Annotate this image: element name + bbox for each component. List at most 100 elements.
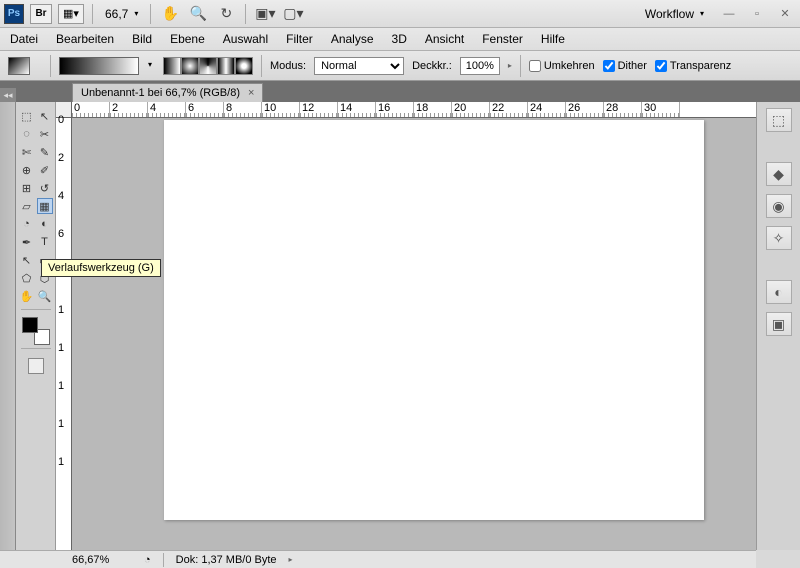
separator xyxy=(520,55,521,77)
right-panel-dock: ⬚ ◆ ◉ ✧ ◐ ▣ xyxy=(756,102,800,550)
swatches-panel-icon[interactable]: ◉ xyxy=(766,194,792,218)
healing-tool[interactable]: ⊕ xyxy=(19,162,35,178)
close-button[interactable]: ✕ xyxy=(776,6,794,22)
blur-tool[interactable]: ◔ xyxy=(19,216,35,232)
pan-tool-icon[interactable]: ✋ xyxy=(159,3,181,25)
brush-tool[interactable]: ✐ xyxy=(37,162,53,178)
ruler-tick: 10 xyxy=(262,102,300,117)
gradient-diamond[interactable] xyxy=(235,57,253,75)
ruler-tick: 18 xyxy=(414,102,452,117)
type-tool[interactable]: T xyxy=(37,234,53,250)
hand-tool[interactable]: ✋ xyxy=(19,288,35,304)
menu-filter[interactable]: Filter xyxy=(286,32,313,46)
styles-panel-icon[interactable]: ✧ xyxy=(766,226,792,250)
zoom-tool-icon[interactable]: 🔍 xyxy=(187,3,209,25)
navigator-panel-icon[interactable]: ⬚ xyxy=(766,108,792,132)
zoom-tool[interactable]: 🔍 xyxy=(37,288,53,304)
menu-fenster[interactable]: Fenster xyxy=(482,32,523,46)
separator xyxy=(92,4,93,24)
gradient-tool[interactable]: ▦ xyxy=(37,198,53,214)
crop-tool[interactable]: ✄ xyxy=(19,144,35,160)
color-panel-icon[interactable]: ◆ xyxy=(766,162,792,186)
adjustments-panel-icon[interactable]: ◐ xyxy=(766,280,792,304)
opacity-flyout-icon[interactable]: ▸ xyxy=(508,61,512,70)
lasso-tool[interactable]: ◌ xyxy=(19,126,35,142)
menu-bearbeiten[interactable]: Bearbeiten xyxy=(56,32,114,46)
menu-datei[interactable]: Datei xyxy=(10,32,38,46)
ruler-tick: 0 xyxy=(58,114,64,126)
menu-auswahl[interactable]: Auswahl xyxy=(223,32,268,46)
quick-select-tool[interactable]: ✂ xyxy=(37,126,53,142)
ruler-tick: 14 xyxy=(338,102,376,117)
zoom-readout[interactable]: 66,67% xyxy=(72,554,132,566)
color-swatches[interactable] xyxy=(22,317,50,345)
ruler-tick: 2 xyxy=(110,102,148,117)
canvas-area: 024681012141618202224262830 0246811111 xyxy=(56,102,756,550)
move-tool-arrow[interactable]: ↖ xyxy=(37,108,53,124)
eyedropper-tool[interactable]: ✎ xyxy=(37,144,53,160)
document-tab[interactable]: Unbenannt-1 bei 66,7% (RGB/8) × xyxy=(72,83,263,102)
tool-preset-picker[interactable] xyxy=(8,57,30,75)
mode-select[interactable]: Normal xyxy=(314,57,404,75)
ruler-tick: 22 xyxy=(490,102,528,117)
pen-tool[interactable]: ✒ xyxy=(19,234,35,250)
opacity-input[interactable] xyxy=(460,57,500,75)
separator xyxy=(150,4,151,24)
reverse-checkbox[interactable]: Umkehren xyxy=(529,60,595,72)
document-tab-title: Unbenannt-1 bei 66,7% (RGB/8) xyxy=(81,87,240,99)
document-canvas[interactable] xyxy=(164,120,704,520)
separator xyxy=(50,55,51,77)
gradient-angle[interactable] xyxy=(199,57,217,75)
zoom-dropdown[interactable]: 66,7 xyxy=(101,7,142,21)
titlebar: Ps Br ▦▾ 66,7 ✋ 🔍 ↻ ▣▾ ▢▾ Workflow — ▫ ✕ xyxy=(0,0,800,28)
menu-3d[interactable]: 3D xyxy=(392,32,407,46)
workspace-switcher[interactable]: Workflow xyxy=(637,7,712,21)
gradient-linear[interactable] xyxy=(163,57,181,75)
document-info[interactable]: Dok: 1,37 MB/0 Byte xyxy=(176,554,277,566)
left-dock-strip[interactable] xyxy=(0,102,16,550)
gradient-reflected[interactable] xyxy=(217,57,235,75)
menu-analyse[interactable]: Analyse xyxy=(331,32,374,46)
bridge-button[interactable]: Br xyxy=(30,4,52,24)
move-tool[interactable]: ⬚ xyxy=(19,108,35,124)
ruler-tick: 26 xyxy=(566,102,604,117)
menu-hilfe[interactable]: Hilfe xyxy=(541,32,565,46)
horizontal-ruler: 024681012141618202224262830 xyxy=(56,102,756,118)
menu-bild[interactable]: Bild xyxy=(132,32,152,46)
close-tab-icon[interactable]: × xyxy=(248,87,254,99)
screen-mode-button[interactable]: ▦▾ xyxy=(58,4,84,24)
restore-button[interactable]: ▫ xyxy=(748,6,766,22)
gradient-picker[interactable] xyxy=(59,57,139,75)
foreground-color[interactable] xyxy=(22,317,38,333)
screen-layout-icon[interactable]: ▢▾ xyxy=(282,3,304,25)
status-info-icon[interactable]: ◔ xyxy=(144,554,151,566)
transparency-checkbox[interactable]: Transparenz xyxy=(655,60,731,72)
quick-mask-toggle[interactable] xyxy=(28,358,44,374)
ruler-tick: 1 xyxy=(58,342,64,354)
document-tab-strip: ◂◂ Unbenannt-1 bei 66,7% (RGB/8) × xyxy=(0,81,800,102)
gradient-type-group xyxy=(163,57,253,75)
menu-ebene[interactable]: Ebene xyxy=(170,32,205,46)
minimize-button[interactable]: — xyxy=(720,6,738,22)
status-bar: 66,67% ◔ Dok: 1,37 MB/0 Byte ▸ xyxy=(0,550,756,568)
separator xyxy=(261,55,262,77)
3d-tool[interactable]: ⬠ xyxy=(19,270,35,286)
ruler-tick: 1 xyxy=(58,418,64,430)
eraser-tool[interactable]: ▱ xyxy=(19,198,35,214)
gradient-radial[interactable] xyxy=(181,57,199,75)
menu-ansicht[interactable]: Ansicht xyxy=(425,32,464,46)
history-brush-tool[interactable]: ↺ xyxy=(37,180,53,196)
ruler-tick: 4 xyxy=(148,102,186,117)
dodge-tool[interactable]: ◐ xyxy=(37,216,53,232)
stamp-tool[interactable]: ⊞ xyxy=(19,180,35,196)
path-select-tool[interactable]: ↖ xyxy=(19,252,35,268)
collapse-tools-icon[interactable]: ◂◂ xyxy=(0,88,16,102)
separator xyxy=(21,309,51,310)
layers-panel-icon[interactable]: ▣ xyxy=(766,312,792,336)
rotate-view-icon[interactable]: ↻ xyxy=(215,3,237,25)
arrange-docs-icon[interactable]: ▣▾ xyxy=(254,3,276,25)
status-flyout-icon[interactable]: ▸ xyxy=(289,555,293,564)
canvas-viewport[interactable] xyxy=(72,118,756,550)
dither-checkbox[interactable]: Dither xyxy=(603,60,647,72)
ruler-tick: 2 xyxy=(58,152,64,164)
